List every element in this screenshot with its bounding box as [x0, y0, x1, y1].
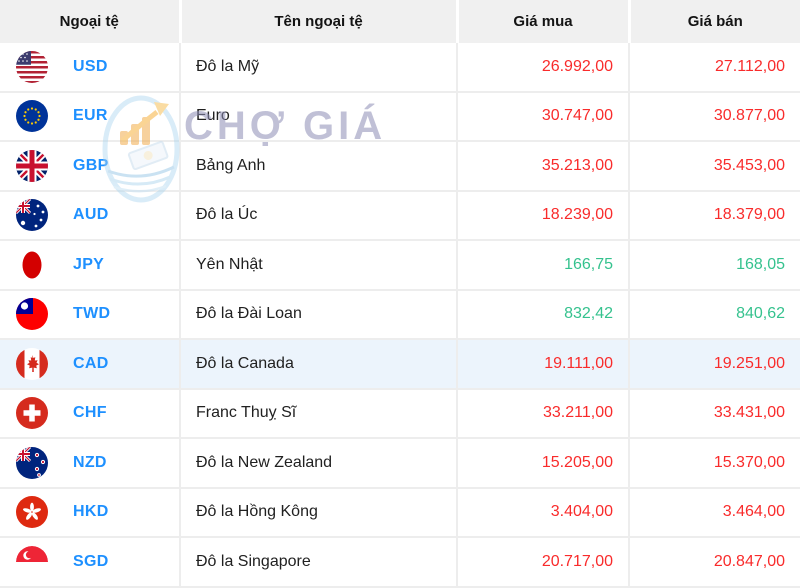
table-row-usd[interactable]: USD Đô la Mỹ 26.992,00 27.112,00: [0, 43, 800, 92]
eur-eu-flag-icon: [16, 100, 48, 132]
currency-code: USD: [73, 58, 108, 76]
buy-price: 33.211,00: [457, 389, 629, 439]
sell-price: 20.847,00: [629, 537, 800, 587]
currency-name: Đô la Mỹ: [180, 43, 457, 92]
sell-price: 15.370,00: [629, 438, 800, 488]
sell-price: 27.112,00: [629, 43, 800, 92]
sell-price: 168,05: [629, 240, 800, 290]
twd-taiwan-flag-icon: [16, 298, 48, 330]
currency-code: CAD: [73, 355, 109, 373]
buy-price: 18.239,00: [457, 191, 629, 241]
table-row-cad[interactable]: CAD Đô la Canada 19.111,00 19.251,00: [0, 339, 800, 389]
usd-us-flag-icon: [16, 51, 48, 83]
currency-code: AUD: [73, 206, 109, 224]
table-row-aud[interactable]: AUD Đô la Úc 18.239,00 18.379,00: [0, 191, 800, 241]
table-row-nzd[interactable]: NZD Đô la New Zealand 15.205,00 15.370,0…: [0, 438, 800, 488]
buy-price: 166,75: [457, 240, 629, 290]
buy-price: 26.992,00: [457, 43, 629, 92]
currency-name: Đô la New Zealand: [180, 438, 457, 488]
cad-canada-flag-icon: [16, 348, 48, 380]
currency-code: CHF: [73, 404, 107, 422]
chf-switzerland-flag-icon: [16, 397, 48, 429]
table-row-chf[interactable]: CHF Franc Thuỵ Sĩ 33.211,00 33.431,00: [0, 389, 800, 439]
sgd-singapore-flag-icon: [16, 546, 48, 578]
header-buy-price: Giá mua: [457, 0, 629, 43]
nzd-new-zealand-flag-icon: [16, 447, 48, 479]
currency-name: Đô la Canada: [180, 339, 457, 389]
aud-australia-flag-icon: [16, 199, 48, 231]
currency-name: Euro: [180, 92, 457, 142]
currency-name: Đô la Đài Loan: [180, 290, 457, 340]
table-row-gbp[interactable]: GBP Bảng Anh 35.213,00 35.453,00: [0, 141, 800, 191]
exchange-rate-table: Ngoại tệ Tên ngoại tệ Giá mua Giá bán US…: [0, 0, 800, 588]
currency-name: Đô la Hồng Kông: [180, 488, 457, 538]
buy-price: 20.717,00: [457, 537, 629, 587]
table-row-sgd[interactable]: SGD Đô la Singapore 20.717,00 20.847,00: [0, 537, 800, 587]
jpy-japan-flag-icon: [16, 249, 48, 281]
currency-name: Yên Nhật: [180, 240, 457, 290]
table-row-jpy[interactable]: JPY Yên Nhật 166,75 168,05: [0, 240, 800, 290]
sell-price: 19.251,00: [629, 339, 800, 389]
currency-code: SGD: [73, 553, 109, 571]
sell-price: 30.877,00: [629, 92, 800, 142]
sell-price: 35.453,00: [629, 141, 800, 191]
buy-price: 30.747,00: [457, 92, 629, 142]
hkd-hong-kong-flag-icon: [16, 496, 48, 528]
currency-code: EUR: [73, 107, 108, 125]
header-sell-price: Giá bán: [629, 0, 800, 43]
buy-price: 19.111,00: [457, 339, 629, 389]
currency-code: NZD: [73, 454, 107, 472]
header-currency: Ngoại tệ: [0, 0, 180, 43]
currency-code: GBP: [73, 157, 109, 175]
currency-name: Đô la Úc: [180, 191, 457, 241]
sell-price: 18.379,00: [629, 191, 800, 241]
currency-code: HKD: [73, 503, 109, 521]
sell-price: 840,62: [629, 290, 800, 340]
currency-name: Franc Thuỵ Sĩ: [180, 389, 457, 439]
sell-price: 33.431,00: [629, 389, 800, 439]
buy-price: 15.205,00: [457, 438, 629, 488]
table-row-eur[interactable]: EUR Euro 30.747,00 30.877,00: [0, 92, 800, 142]
buy-price: 3.404,00: [457, 488, 629, 538]
currency-code: JPY: [73, 256, 104, 274]
currency-code: TWD: [73, 305, 110, 323]
table-header-row: Ngoại tệ Tên ngoại tệ Giá mua Giá bán: [0, 0, 800, 43]
buy-price: 832,42: [457, 290, 629, 340]
gbp-uk-flag-icon: [16, 150, 48, 182]
sell-price: 3.464,00: [629, 488, 800, 538]
table-row-twd[interactable]: TWD Đô la Đài Loan 832,42 840,62: [0, 290, 800, 340]
currency-name: Bảng Anh: [180, 141, 457, 191]
currency-name: Đô la Singapore: [180, 537, 457, 587]
table-row-hkd[interactable]: HKD Đô la Hồng Kông 3.404,00 3.464,00: [0, 488, 800, 538]
header-currency-name: Tên ngoại tệ: [180, 0, 457, 43]
buy-price: 35.213,00: [457, 141, 629, 191]
